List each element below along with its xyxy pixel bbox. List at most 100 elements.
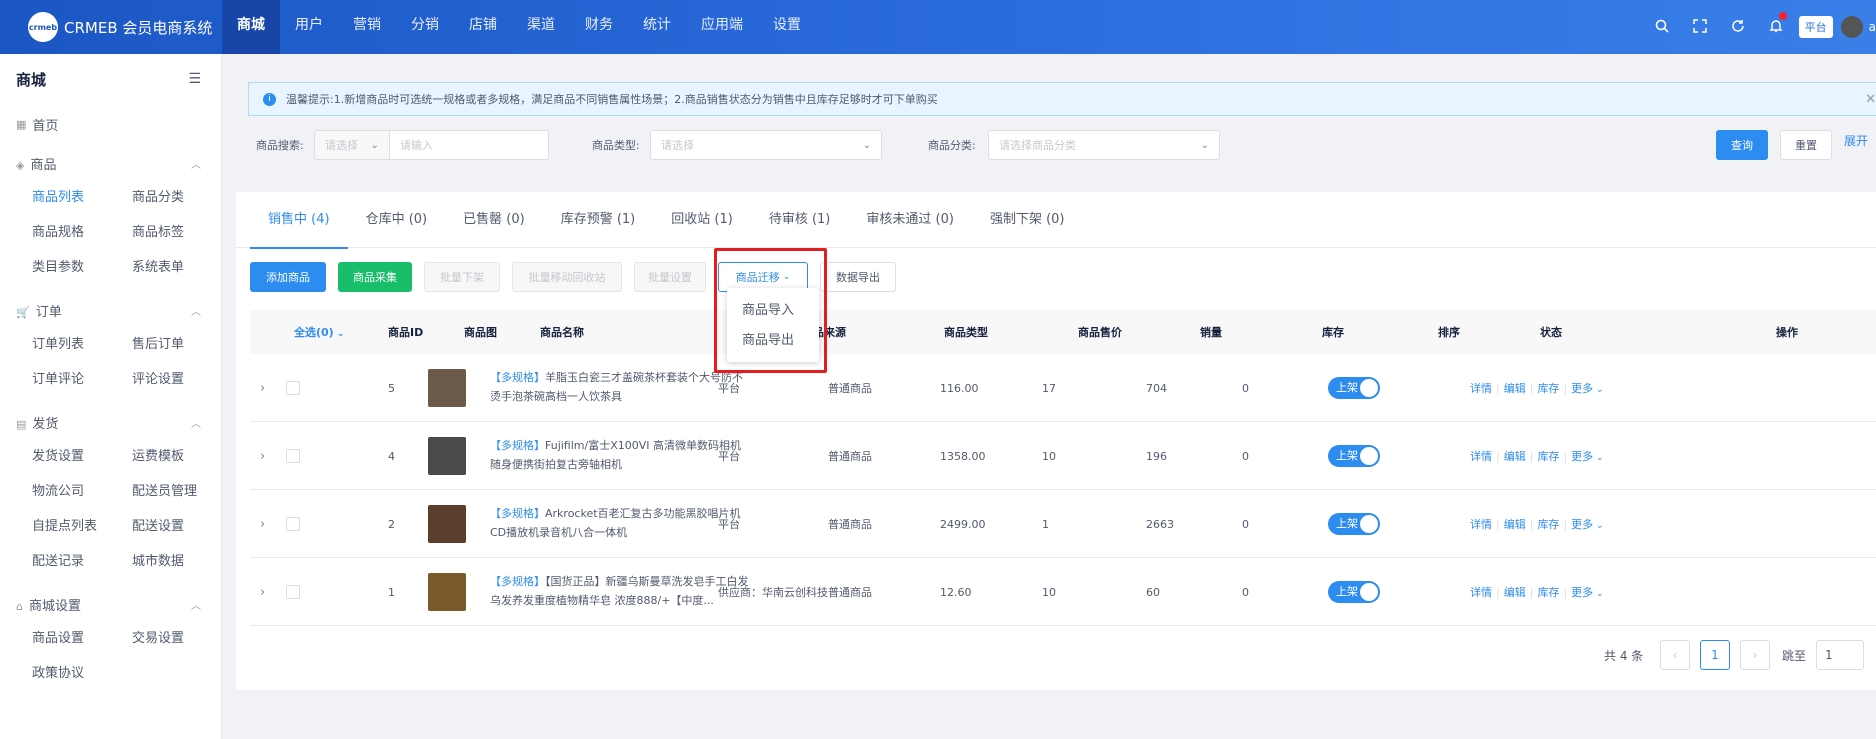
status-toggle[interactable]: 上架 [1328, 354, 1380, 422]
goto-input[interactable]: 1 [1816, 640, 1864, 670]
goods-image[interactable] [428, 558, 466, 626]
goods-image[interactable] [428, 490, 466, 558]
goods-image[interactable] [428, 422, 466, 490]
avatar[interactable] [1840, 16, 1863, 38]
search-type-select[interactable]: 请选择 ⌄ [314, 130, 390, 160]
sidebar-item-courier-mgmt[interactable]: 配送员管理 [132, 474, 232, 509]
status-switch[interactable]: 上架 [1328, 513, 1380, 535]
top-nav-item-distribution[interactable]: 分销 [396, 0, 454, 54]
top-nav-item-statistics[interactable]: 统计 [628, 0, 686, 54]
goods-thumbnail[interactable] [428, 369, 466, 407]
export-data-button[interactable]: 数据导出 [820, 262, 896, 292]
goods-thumbnail[interactable] [428, 573, 466, 611]
stock-link[interactable]: 库存 [1537, 380, 1559, 396]
detail-link[interactable]: 详情 [1470, 448, 1492, 464]
refresh-icon[interactable] [1719, 18, 1757, 37]
search-icon[interactable] [1643, 18, 1681, 37]
checkbox[interactable] [286, 449, 300, 463]
expand-row-icon[interactable]: › [260, 354, 265, 422]
sidebar-item-city-data[interactable]: 城市数据 [132, 544, 232, 579]
goods-name[interactable]: 【多规格】羊脂玉白瓷三才盖碗茶杯套装个大号防不烫手泡茶碗高档一人饮茶具 [490, 354, 750, 422]
tab-recycle-bin[interactable]: 回收站 (1) [653, 192, 751, 248]
top-nav-item-user[interactable]: 用户 [280, 0, 338, 54]
stock-link[interactable]: 库存 [1537, 448, 1559, 464]
sidebar-item-goods-list[interactable]: 商品列表 [32, 180, 132, 215]
checkbox[interactable] [286, 381, 300, 395]
more-link[interactable]: 更多 ⌄ [1571, 516, 1603, 532]
sidebar-item-goods-spec[interactable]: 商品规格 [32, 215, 132, 250]
top-nav-item-finance[interactable]: 财务 [570, 0, 628, 54]
sidebar-item-goods-tag[interactable]: 商品标签 [132, 215, 232, 250]
close-icon[interactable]: ✕ [1865, 92, 1876, 107]
tab-stock-warning[interactable]: 库存预警 (1) [543, 192, 654, 248]
row-checkbox[interactable] [286, 558, 300, 626]
detail-link[interactable]: 详情 [1470, 380, 1492, 396]
sidebar-group-header[interactable]: ◈ 商品 ︿ [0, 146, 221, 180]
row-checkbox[interactable] [286, 354, 300, 422]
sidebar-item-review-settings[interactable]: 评论设置 [132, 362, 232, 397]
goods-type-select[interactable]: 请选择 ⌄ [650, 130, 882, 160]
top-nav-item-channel[interactable]: 渠道 [512, 0, 570, 54]
add-goods-button[interactable]: 添加商品 [250, 262, 326, 292]
tab-in-warehouse[interactable]: 仓库中 (0) [348, 192, 446, 248]
collect-goods-button[interactable]: 商品采集 [338, 262, 412, 292]
top-nav-item-apps[interactable]: 应用端 [686, 0, 758, 54]
goods-category-select[interactable]: 请选择商品分类 ⌄ [988, 130, 1220, 160]
edit-link[interactable]: 编辑 [1504, 584, 1526, 600]
tab-forced-off[interactable]: 强制下架 (0) [972, 192, 1083, 248]
more-link[interactable]: 更多 ⌄ [1571, 380, 1603, 396]
search-input[interactable]: 请输入 [389, 130, 549, 160]
edit-link[interactable]: 编辑 [1504, 516, 1526, 532]
top-nav-item-settings[interactable]: 设置 [758, 0, 816, 54]
query-button[interactable]: 查询 [1716, 130, 1768, 160]
more-link[interactable]: 更多 ⌄ [1571, 584, 1603, 600]
sidebar-item-shipping-settings[interactable]: 发货设置 [32, 439, 132, 474]
sidebar-item-freight-template[interactable]: 运费模板 [132, 439, 232, 474]
checkbox[interactable] [286, 585, 300, 599]
sidebar-item-system-form[interactable]: 系统表单 [132, 250, 232, 285]
top-nav-item-mall[interactable]: 商城 [222, 0, 280, 54]
goods-name[interactable]: 【多规格】【国货正品】新疆乌斯曼草洗发皂手工白发乌发养发重度植物精华皂 浓度88… [490, 558, 750, 626]
top-nav-item-marketing[interactable]: 营销 [338, 0, 396, 54]
platform-badge[interactable]: 平台 [1798, 16, 1833, 38]
batch-recycle-button[interactable]: 批量移动回收站 [512, 262, 622, 292]
stock-link[interactable]: 库存 [1537, 584, 1559, 600]
goods-thumbnail[interactable] [428, 437, 466, 475]
sidebar-item-order-list[interactable]: 订单列表 [32, 327, 132, 362]
stock-link[interactable]: 库存 [1537, 516, 1559, 532]
sidebar-item-goods-settings[interactable]: 商品设置 [32, 621, 132, 656]
sidebar-item-trade-settings[interactable]: 交易设置 [132, 621, 232, 656]
sidebar-item-after-sale[interactable]: 售后订单 [132, 327, 232, 362]
reset-button[interactable]: 重置 [1780, 130, 1832, 160]
sidebar-group-header[interactable]: 🛒 订单 ︿ [0, 293, 221, 327]
sidebar-item-goods-category[interactable]: 商品分类 [132, 180, 232, 215]
sidebar-group-header[interactable]: ▤ 发货 ︿ [0, 405, 221, 439]
tab-review-rejected[interactable]: 审核未通过 (0) [848, 192, 972, 248]
edit-link[interactable]: 编辑 [1504, 448, 1526, 464]
row-checkbox[interactable] [286, 422, 300, 490]
expand-row-icon[interactable]: › [260, 490, 265, 558]
sidebar-item-logistics[interactable]: 物流公司 [32, 474, 132, 509]
batch-off-button[interactable]: 批量下架 [424, 262, 500, 292]
select-all[interactable]: 全选(0) ⌄ [294, 324, 344, 340]
edit-link[interactable]: 编辑 [1504, 380, 1526, 396]
page-1-button[interactable]: 1 [1700, 640, 1730, 670]
next-page-button[interactable]: › [1740, 640, 1770, 670]
sidebar-item-category-params[interactable]: 类目参数 [32, 250, 132, 285]
bell-icon[interactable] [1757, 11, 1795, 37]
expand-link[interactable]: 展开 [1844, 132, 1868, 149]
sidebar-item-delivery-settings[interactable]: 配送设置 [132, 509, 232, 544]
sidebar-group-header[interactable]: ⌂ 商城设置 ︿ [0, 587, 221, 621]
tab-sold-out[interactable]: 已售罄 (0) [445, 192, 543, 248]
more-link[interactable]: 更多 ⌄ [1571, 448, 1603, 464]
goods-image[interactable] [428, 354, 466, 422]
status-toggle[interactable]: 上架 [1328, 490, 1380, 558]
fullscreen-icon[interactable] [1681, 18, 1719, 37]
detail-link[interactable]: 详情 [1470, 584, 1492, 600]
status-switch[interactable]: 上架 [1328, 377, 1380, 399]
sidebar-item-home[interactable]: ▦ 首页 [0, 110, 221, 138]
goods-name[interactable]: 【多规格】Arkrocket百老汇复古多功能黑胶唱片机CD播放机录音机八合一体机 [490, 490, 750, 558]
sidebar-item-delivery-records[interactable]: 配送记录 [32, 544, 132, 579]
expand-row-icon[interactable]: › [260, 558, 265, 626]
detail-link[interactable]: 详情 [1470, 516, 1492, 532]
